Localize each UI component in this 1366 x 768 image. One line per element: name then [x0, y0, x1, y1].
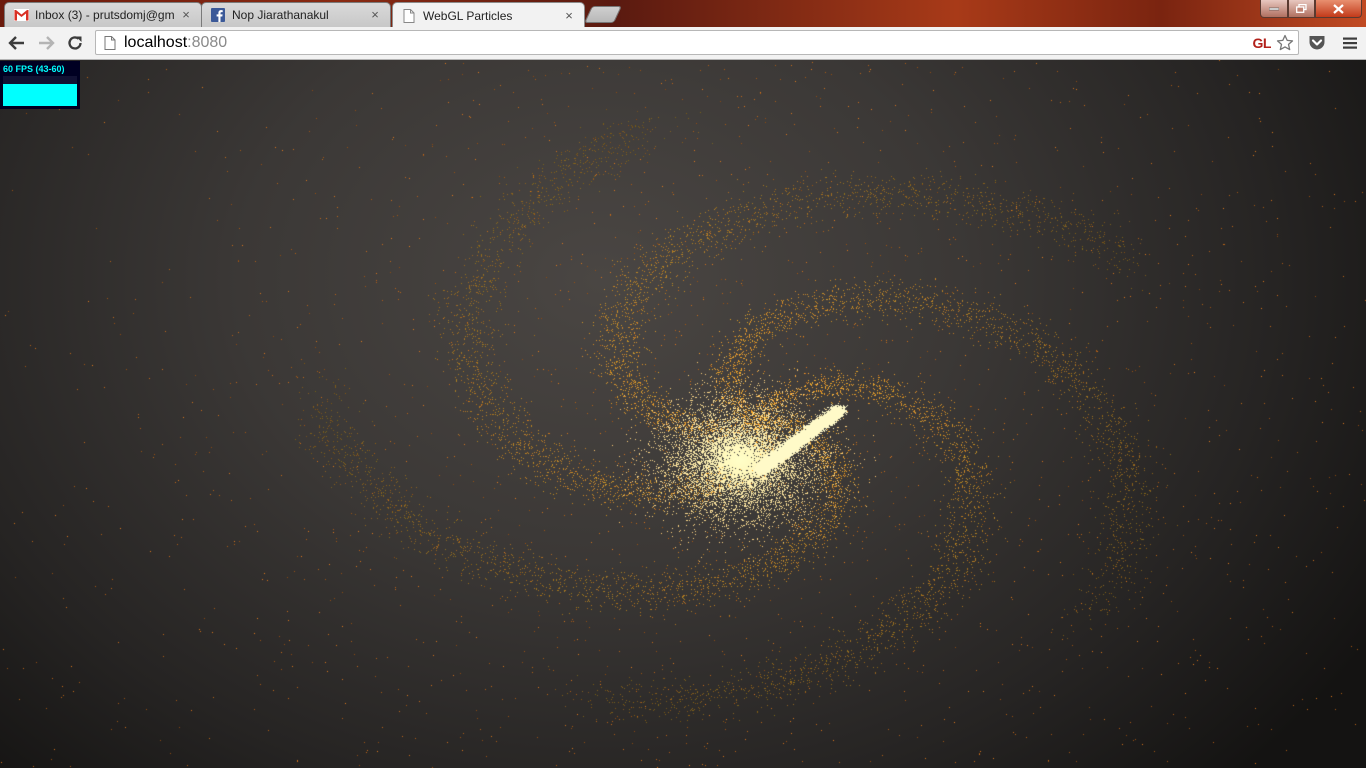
facebook-icon	[210, 7, 226, 23]
tab-label: WebGL Particles	[423, 8, 513, 23]
tab-gmail-inbox[interactable]: Inbox (3) - prutsdomj@gm ×	[4, 2, 202, 27]
webgl-particle-canvas[interactable]	[0, 60, 1366, 768]
window-close-button[interactable]	[1315, 0, 1362, 18]
url-port: :8080	[187, 33, 228, 51]
particle-field[interactable]	[0, 60, 1366, 768]
reload-icon	[68, 36, 82, 50]
url-host: localhost	[124, 33, 188, 51]
back-button[interactable]	[5, 32, 29, 54]
minimize-icon	[1269, 7, 1279, 10]
window-minimize-button[interactable]	[1260, 0, 1288, 18]
webgl-extension-icon[interactable]: GL	[1253, 35, 1272, 51]
window-titlebar: Inbox (3) - prutsdomj@gm × Nop Jiarathan…	[0, 0, 1366, 27]
tab-label: Inbox (3) - prutsdomj@gm	[35, 8, 175, 22]
pocket-extension-icon[interactable]	[1306, 32, 1328, 54]
fps-stats-panel[interactable]: 60 FPS (43-60)	[0, 61, 80, 109]
tab-facebook-profile[interactable]: Nop Jiarathanakul ×	[201, 2, 391, 27]
tab-close-icon[interactable]: ×	[368, 8, 382, 22]
tab-webgl-particles[interactable]: WebGL Particles ×	[392, 2, 585, 27]
restore-icon	[1296, 4, 1307, 13]
tab-close-icon[interactable]: ×	[562, 8, 576, 23]
fps-graph-mask	[3, 76, 77, 84]
forward-arrow-icon	[39, 36, 55, 50]
fps-graph	[3, 76, 77, 106]
bookmark-star-icon[interactable]	[1275, 33, 1295, 53]
address-bar[interactable]: localhost:8080 GL	[95, 30, 1299, 55]
fps-text: 60 FPS (43-60)	[3, 64, 65, 74]
tab-close-icon[interactable]: ×	[179, 8, 193, 22]
gmail-icon	[13, 7, 29, 23]
reload-button[interactable]	[63, 32, 87, 54]
url-text[interactable]: localhost:8080	[124, 34, 1253, 52]
back-arrow-icon	[8, 36, 24, 50]
close-icon	[1333, 3, 1344, 14]
forward-button[interactable]	[34, 32, 58, 54]
page-icon	[102, 35, 118, 51]
browser-toolbar: localhost:8080 GL	[0, 27, 1366, 60]
window-restore-button[interactable]	[1288, 0, 1315, 18]
page-icon	[401, 8, 417, 24]
menu-icon[interactable]	[1339, 32, 1361, 54]
new-tab-button[interactable]	[584, 6, 622, 23]
tab-label: Nop Jiarathanakul	[232, 8, 329, 22]
